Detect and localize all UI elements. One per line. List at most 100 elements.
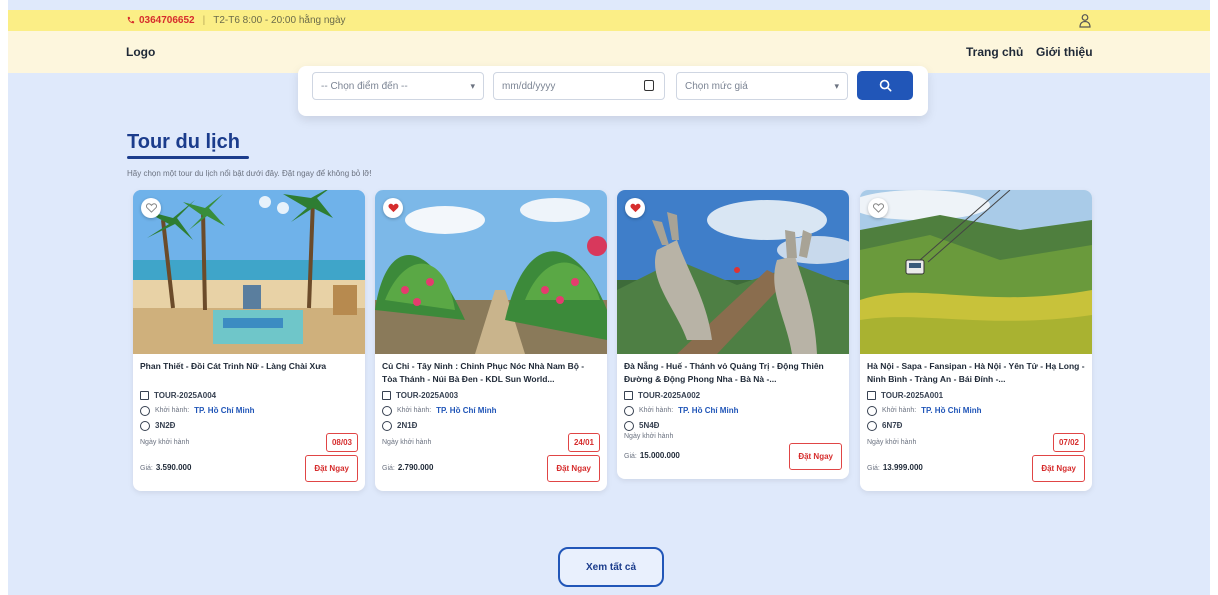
section-title: Tour du lịch bbox=[127, 131, 240, 153]
departure-date-badge[interactable]: 07/02 bbox=[1052, 433, 1085, 452]
departure-label: Khởi hành: bbox=[882, 407, 917, 414]
departure-label: Khởi hành: bbox=[397, 407, 432, 414]
price-value: 15.000.000 bbox=[639, 451, 680, 460]
duration-row: 6N7Đ bbox=[867, 418, 1085, 433]
departure-row: Khởi hành: TP. Hồ Chí Minh bbox=[140, 403, 358, 418]
search-icon bbox=[879, 79, 891, 92]
tour-image bbox=[860, 190, 1092, 354]
title-underline bbox=[127, 156, 249, 159]
departure-city: TP. Hồ Chí Minh bbox=[436, 406, 497, 415]
heart-filled-icon bbox=[387, 203, 399, 213]
price-value: 2.790.000 bbox=[397, 463, 434, 472]
heart-outline-icon bbox=[145, 203, 157, 213]
tour-code: TOUR-2025A003 bbox=[396, 391, 459, 400]
user-icon[interactable] bbox=[1078, 13, 1092, 28]
destination-select[interactable]: -- Chọn điểm đến -- ▾ bbox=[312, 72, 484, 100]
departure-label: Khởi hành: bbox=[155, 407, 190, 414]
tour-duration: 5N4Đ bbox=[639, 421, 660, 430]
date-label: Ngày khởi hành bbox=[624, 433, 674, 440]
heart-filled-icon bbox=[629, 203, 641, 213]
nav-link-home[interactable]: Trang chủ bbox=[966, 45, 1023, 59]
book-now-button[interactable]: Đặt Ngay bbox=[547, 455, 600, 482]
tour-image bbox=[375, 190, 607, 354]
heart-outline-icon bbox=[872, 203, 884, 213]
tour-price: Giá: 3.590.000 bbox=[140, 463, 191, 472]
favorite-button[interactable] bbox=[141, 198, 161, 218]
tour-card[interactable]: Đà Nẵng - Huế - Thánh vỏ Quảng Trị - Độn… bbox=[617, 190, 849, 479]
ticket-icon bbox=[140, 391, 149, 400]
search-panel: -- Chọn điểm đến -- ▾ mm/dd/yyyy Chọn mứ… bbox=[298, 66, 928, 116]
tour-name[interactable]: Hà Nội - Sapa - Fansipan - Hà Nội - Yên … bbox=[867, 360, 1085, 386]
tour-name[interactable]: Củ Chi - Tây Ninh : Chinh Phục Nóc Nhà N… bbox=[382, 360, 600, 386]
departure-row: Khởi hành: TP. Hồ Chí Minh bbox=[382, 403, 600, 418]
duration-row: 5N4Đ bbox=[624, 418, 842, 433]
tour-code: TOUR-2025A002 bbox=[638, 391, 701, 400]
tour-duration: 2N1Đ bbox=[397, 421, 418, 430]
phone-contact[interactable]: 0364706652 bbox=[126, 15, 195, 26]
favorite-button[interactable] bbox=[383, 198, 403, 218]
duration-row: 3N2Đ bbox=[140, 418, 358, 433]
chevron-down-icon: ▾ bbox=[834, 81, 839, 91]
price-label: Giá: bbox=[867, 465, 880, 472]
location-icon bbox=[382, 405, 392, 416]
tour-code: TOUR-2025A004 bbox=[154, 391, 217, 400]
duration-row: 2N1Đ bbox=[382, 418, 600, 433]
tour-image bbox=[617, 190, 849, 354]
tour-name[interactable]: Đà Nẵng - Huế - Thánh vỏ Quảng Trị - Độn… bbox=[624, 360, 842, 386]
location-icon bbox=[624, 405, 634, 416]
destination-placeholder: -- Chọn điểm đến -- bbox=[321, 80, 408, 92]
date-label: Ngày khởi hành bbox=[867, 439, 917, 446]
phone-icon bbox=[127, 16, 135, 24]
date-label: Ngày khởi hành bbox=[382, 439, 432, 446]
book-now-button[interactable]: Đặt Ngay bbox=[305, 455, 358, 482]
tour-card[interactable]: Củ Chi - Tây Ninh : Chinh Phục Nóc Nhà N… bbox=[375, 190, 607, 491]
departure-label: Khởi hành: bbox=[639, 407, 674, 414]
ticket-icon bbox=[382, 391, 391, 400]
price-label: Giá: bbox=[140, 465, 153, 472]
tour-code-row: TOUR-2025A002 bbox=[624, 388, 842, 403]
book-now-button[interactable]: Đặt Ngay bbox=[789, 443, 842, 470]
price-select[interactable]: Chọn mức giá ▾ bbox=[676, 72, 848, 100]
section-subtitle: Hãy chọn một tour du lịch nổi bật dưới đ… bbox=[127, 169, 372, 178]
tour-duration: 6N7Đ bbox=[882, 421, 903, 430]
ticket-icon bbox=[624, 391, 633, 400]
tour-price: Giá: 15.000.000 bbox=[624, 451, 680, 460]
tour-image bbox=[133, 190, 365, 354]
tour-code-row: TOUR-2025A003 bbox=[382, 388, 600, 403]
price-value: 3.590.000 bbox=[155, 463, 192, 472]
favorite-button[interactable] bbox=[868, 198, 888, 218]
clock-icon bbox=[624, 420, 634, 431]
departure-date-badge[interactable]: 24/01 bbox=[567, 433, 600, 452]
tour-name[interactable]: Phan Thiết - Đồi Cát Trinh Nữ - Làng Chà… bbox=[140, 360, 358, 386]
departure-city: TP. Hồ Chí Minh bbox=[194, 406, 255, 415]
clock-icon bbox=[140, 420, 150, 431]
book-now-button[interactable]: Đặt Ngay bbox=[1032, 455, 1085, 482]
price-placeholder: Chọn mức giá bbox=[685, 80, 748, 92]
phone-number: 0364706652 bbox=[139, 15, 195, 26]
clock-icon bbox=[867, 420, 877, 431]
departure-date-badge[interactable]: 08/03 bbox=[325, 433, 358, 452]
nav-link-about[interactable]: Giới thiệu bbox=[1036, 45, 1093, 59]
date-input[interactable]: mm/dd/yyyy bbox=[493, 72, 665, 100]
departure-row: Khởi hành: TP. Hồ Chí Minh bbox=[867, 403, 1085, 418]
see-all-button[interactable]: Xem tất cả bbox=[558, 547, 664, 587]
date-placeholder: mm/dd/yyyy bbox=[502, 80, 556, 92]
tour-code-row: TOUR-2025A001 bbox=[867, 388, 1085, 403]
departure-city: TP. Hồ Chí Minh bbox=[678, 406, 739, 415]
clock-icon bbox=[382, 420, 392, 431]
search-button[interactable] bbox=[857, 71, 913, 100]
opening-hours: T2-T6 8:00 - 20:00 hằng ngày bbox=[213, 15, 346, 26]
tour-card[interactable]: Hà Nội - Sapa - Fansipan - Hà Nội - Yên … bbox=[860, 190, 1092, 491]
price-label: Giá: bbox=[624, 453, 637, 460]
tour-price: Giá: 13.999.000 bbox=[867, 463, 923, 472]
favorite-button[interactable] bbox=[625, 198, 645, 218]
top-info-bar: 0364706652 | T2-T6 8:00 - 20:00 hằng ngà… bbox=[8, 10, 1210, 31]
location-icon bbox=[867, 405, 877, 416]
calendar-icon bbox=[644, 80, 654, 91]
tour-card[interactable]: Phan Thiết - Đồi Cát Trinh Nữ - Làng Chà… bbox=[133, 190, 365, 491]
price-value: 13.999.000 bbox=[882, 463, 923, 472]
date-label: Ngày khởi hành bbox=[140, 439, 190, 446]
divider: | bbox=[202, 15, 206, 26]
ticket-icon bbox=[867, 391, 876, 400]
site-logo[interactable]: Logo bbox=[126, 45, 155, 59]
